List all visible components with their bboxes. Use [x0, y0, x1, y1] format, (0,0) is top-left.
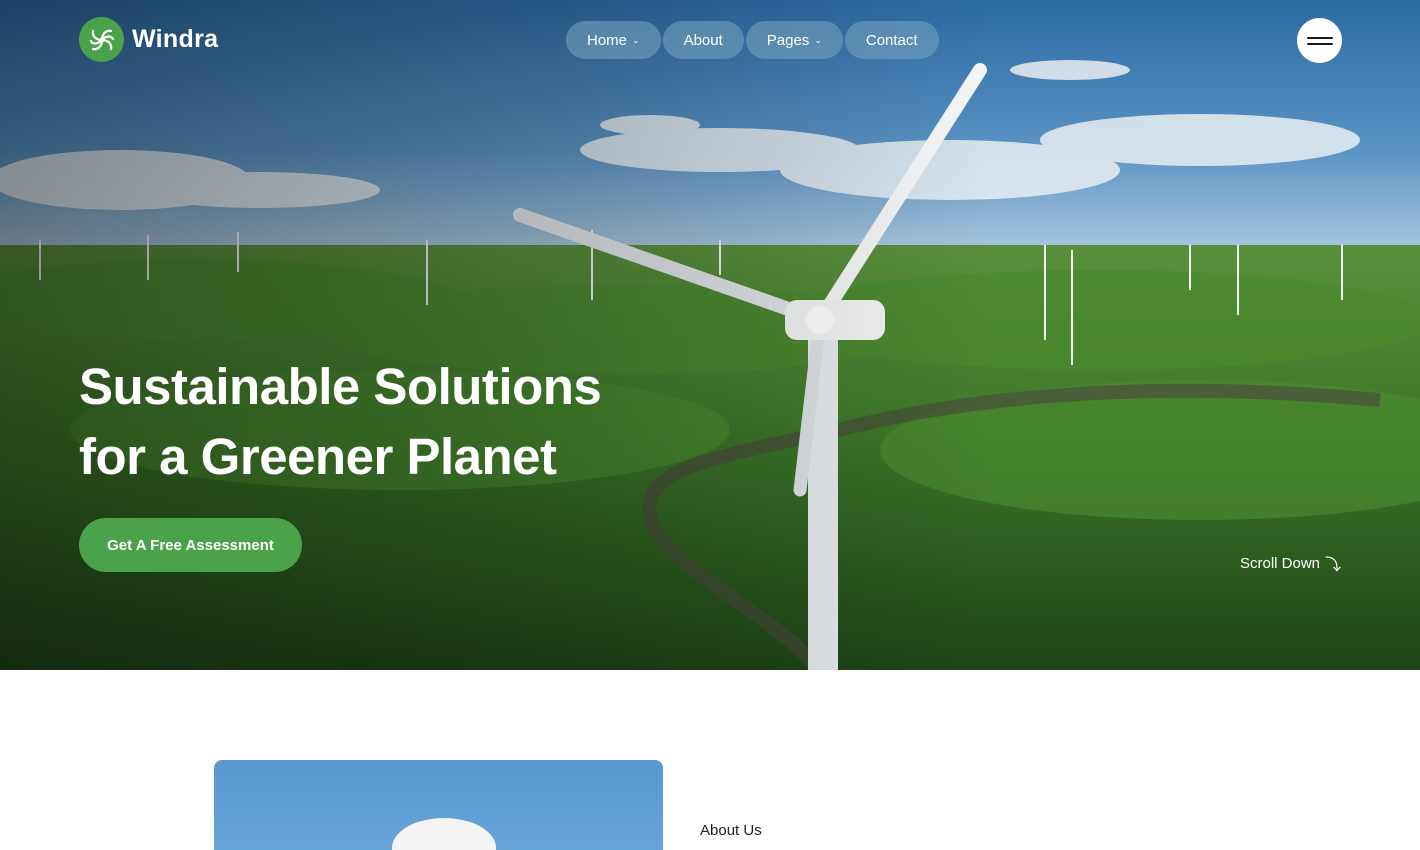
brand-logo[interactable]: Windra: [79, 17, 218, 62]
nav-item-home[interactable]: Home ⌄: [566, 21, 661, 59]
about-image: [214, 760, 663, 850]
arrow-down-icon: ⤵: [1325, 557, 1342, 574]
hamburger-menu-button[interactable]: [1297, 18, 1342, 63]
nav-item-contact[interactable]: Contact: [844, 21, 939, 59]
nav-item-pages[interactable]: Pages ⌄: [745, 21, 843, 59]
hamburger-icon: [1306, 42, 1333, 45]
main-nav: Home ⌄ About Pages ⌄ Contact: [566, 21, 939, 59]
chevron-down-icon: ⌄: [814, 35, 822, 45]
hero-title: Sustainable Solutions for a Greener Plan…: [79, 352, 699, 492]
swirl-fan-icon: [79, 17, 124, 62]
hero-title-line1: Sustainable Solutions: [79, 358, 602, 415]
nav-label: Pages: [766, 31, 810, 49]
scroll-down-label: Scroll Down: [1240, 554, 1321, 572]
scroll-down-link[interactable]: Scroll Down ⤵: [1240, 551, 1341, 575]
nav-item-about[interactable]: About: [662, 21, 744, 59]
about-section-label: About Us: [700, 822, 762, 839]
hamburger-icon: [1306, 36, 1333, 39]
nav-label: Contact: [865, 31, 918, 49]
chevron-down-icon: ⌄: [632, 35, 640, 45]
free-assessment-button[interactable]: Get A Free Assessment: [79, 518, 302, 572]
nav-label: Home: [587, 31, 628, 49]
nav-label: About: [683, 31, 723, 49]
hero-title-line2: for a Greener Planet: [79, 428, 557, 485]
brand-name: Windra: [132, 25, 219, 53]
